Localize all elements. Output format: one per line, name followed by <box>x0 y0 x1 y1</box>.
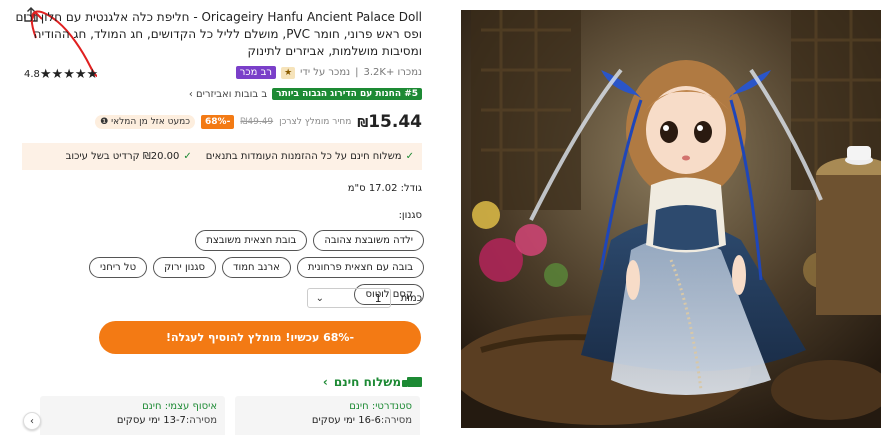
product-image[interactable] <box>461 10 881 428</box>
truck-icon <box>402 377 422 387</box>
best-seller-badge: רב מכר <box>235 66 277 79</box>
shipping-option-delivery: מסירה:16-6 ימי עסקים <box>311 415 412 426</box>
shipping-options: סטנדרטי: חינם מסירה:16-6 ימי עסקים איסוף… <box>40 396 420 435</box>
style-option[interactable]: טל ריחני <box>89 257 148 278</box>
chevron-right-icon: › <box>322 375 328 389</box>
shipping-option-delivery: מסירה:13-7 ימי עסקים <box>116 415 217 426</box>
shipping-option-head: איסוף עצמי: חינם <box>142 401 217 412</box>
size-label: גודל: 17.02 ס"מ <box>347 183 422 194</box>
rank-row[interactable]: #5 החנות עם הדירוג הגבוה ביותר ב בובות ו… <box>189 88 422 100</box>
free-shipping-title: משלוח חינם <box>333 375 401 389</box>
style-option[interactable]: בובה עם חצאית פרחונית <box>296 257 424 278</box>
chevron-down-icon: ⌄ <box>315 292 324 304</box>
quantity-label: כמות <box>400 292 422 304</box>
style-option[interactable]: ילדה משובצת צהובה <box>313 230 424 251</box>
stars-icon: ★★★★★ <box>39 67 99 82</box>
current-price: ₪15.44 <box>357 112 422 132</box>
free-shipping-header[interactable]: משלוח חינם › <box>323 375 422 389</box>
free-shipping-benefit: ✓משלוח חינם על כל ההזמנות העומדות בתנאים <box>205 151 414 162</box>
shipping-benefits-box[interactable]: ✓משלוח חינם על כל ההזמנות העומדות בתנאים… <box>22 143 422 170</box>
sold-count: נמכרו +3.2K <box>363 67 422 78</box>
add-to-cart-button[interactable]: -68% עכשיו! מומלץ להוסיף לעגלה! <box>99 321 421 354</box>
style-label: סגנון: <box>398 210 422 221</box>
price-row: ₪15.44 מחיר מומלץ לצרכן ₪49.49 -68% כמעט… <box>95 112 422 132</box>
carousel-prev-button[interactable]: ‹ <box>23 412 41 430</box>
style-option[interactable]: בובת חצאית משובצת <box>195 230 308 251</box>
rank-badge: #5 החנות עם הדירוג הגבוה ביותר <box>272 88 422 100</box>
shipping-option-card[interactable]: סטנדרטי: חינם מסירה:16-6 ימי עסקים <box>235 396 420 435</box>
product-info-panel: Oricageiry Hanfu Ancient Palace Doll - ח… <box>0 0 440 435</box>
check-icon: ✓ <box>183 151 192 162</box>
shipping-option-card[interactable]: איסוף עצמי: חינם מסירה:13-7 ימי עסקים <box>40 396 225 435</box>
quantity-select[interactable]: ⌄ 1 <box>306 288 391 308</box>
sold-by-label: נמכר על ידי <box>300 67 351 78</box>
rank-category-link[interactable]: ב בובות ואביזרים › <box>189 89 267 100</box>
market-price-label: מחיר מומלץ לצרכן <box>279 117 352 127</box>
doll-photo-illustration <box>461 10 881 428</box>
delay-credit-benefit: ✓₪20.00 קרדיט בשל עיכוב <box>65 151 192 162</box>
shipping-option-head: סטנדרטי: חינם <box>349 401 412 412</box>
style-option[interactable]: סגנון ירוק <box>153 257 217 278</box>
discount-tag: -68% <box>201 115 235 129</box>
quantity-row: כמות ⌄ 1 <box>306 288 422 308</box>
style-option[interactable]: ארנב חמוד <box>222 257 291 278</box>
old-price: ₪49.49 <box>240 117 274 127</box>
quantity-value: 1 <box>374 291 382 305</box>
seller-meta: נמכרו +3.2K | נמכר על ידי ★ רב מכר <box>235 66 422 79</box>
rating[interactable]: 4.8 ★★★★★ <box>20 67 98 82</box>
rating-value: 4.8 <box>24 69 40 80</box>
low-stock-badge: כמעט אזל מן המלאי ❶ <box>95 115 196 129</box>
star-seller-badge: ★ <box>281 66 296 79</box>
check-icon: ✓ <box>405 151 414 162</box>
product-title[interactable]: Oricageiry Hanfu Ancient Palace Doll - ח… <box>12 9 422 60</box>
